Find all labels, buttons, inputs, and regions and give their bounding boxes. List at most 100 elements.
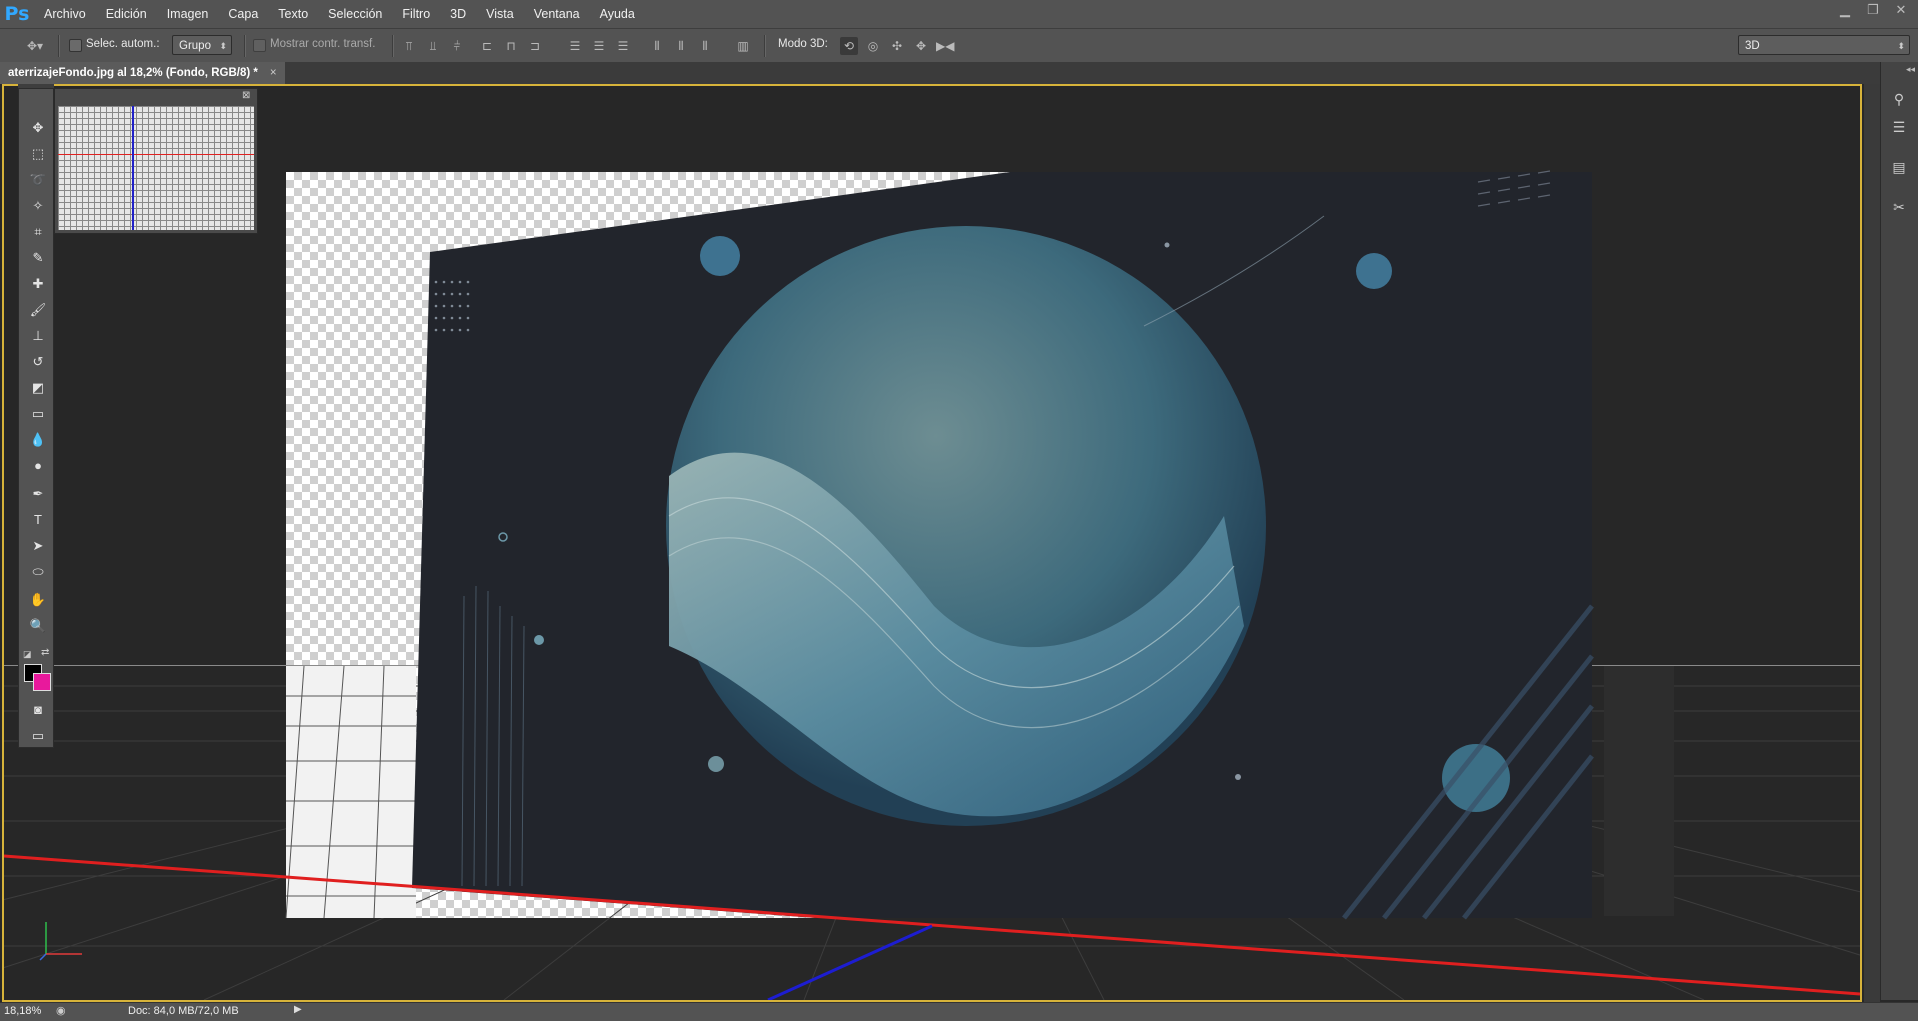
quick-mask-icon[interactable]: ◙ — [27, 699, 49, 721]
small-dot — [1235, 774, 1241, 780]
auto-align-icon[interactable]: ▥ — [734, 37, 752, 55]
type-tool-icon[interactable]: T — [27, 509, 49, 531]
screen-mode-icon[interactable]: ▭ — [27, 725, 49, 747]
menu-imagen[interactable]: Imagen — [157, 0, 219, 28]
eraser-tool-icon[interactable]: ◩ — [27, 377, 49, 399]
slide-3d-icon[interactable]: ✥ — [912, 37, 930, 55]
align-right-icon[interactable]: ⊐ — [526, 37, 544, 55]
3d-scene — [4, 170, 1860, 1000]
clone-stamp-tool-icon[interactable]: ⊥ — [27, 325, 49, 347]
lasso-tool-icon[interactable]: ➰ — [27, 169, 49, 191]
menu-seleccion[interactable]: Selección — [318, 0, 392, 28]
dodge-tool-icon[interactable]: ● — [27, 455, 49, 477]
close-icon[interactable]: ✕ — [1890, 2, 1912, 18]
hand-tool-icon[interactable]: ✋ — [27, 589, 49, 611]
swap-colors-icon[interactable]: ⇄ — [41, 647, 49, 658]
orbit-3d-icon[interactable]: ⟲ — [840, 37, 858, 55]
align-bottom-icon[interactable]: ⫩ — [448, 37, 466, 55]
distribute-bottom-icon[interactable]: ☰ — [614, 37, 632, 55]
gradient-tool-icon[interactable]: ▭ — [27, 403, 49, 425]
history-brush-tool-icon[interactable]: ↺ — [27, 351, 49, 373]
menu-filtro[interactable]: Filtro — [392, 0, 440, 28]
separator — [764, 35, 766, 57]
align-top-icon[interactable]: ⫪ — [400, 37, 418, 55]
panel-menu-icon[interactable]: ⊠ — [242, 90, 250, 101]
menu-capa[interactable]: Capa — [218, 0, 268, 28]
align-hcenter-icon[interactable]: ⊓ — [502, 37, 520, 55]
healing-brush-tool-icon[interactable]: ✚ — [27, 273, 49, 295]
status-bar: 18,18% ◉ Doc: 84,0 MB/72,0 MB ▶ — [0, 1002, 1918, 1021]
minimize-icon[interactable]: ▁ — [1834, 2, 1856, 18]
zoom-tool-icon[interactable]: 🔍 — [27, 615, 49, 637]
dropdown-arrow-icon: ⬍ — [219, 41, 227, 51]
layers-panel-icon[interactable]: ▤ — [1888, 156, 1910, 178]
auto-select-dropdown[interactable]: Grupo ⬍ — [172, 35, 232, 55]
align-left-icon[interactable]: ⊏ — [478, 37, 496, 55]
canvas-vertical-scroll-area[interactable] — [1864, 84, 1880, 1002]
workspace-value: 3D — [1745, 40, 1760, 52]
move-tool-preset-icon[interactable]: ✥▾ — [22, 37, 48, 55]
distribute-right-icon[interactable]: ⦀ — [696, 37, 714, 55]
eyedropper-tool-icon[interactable]: ✎ — [27, 247, 49, 269]
menu-3d[interactable]: 3D — [440, 0, 476, 28]
document-canvas[interactable] — [2, 84, 1862, 1002]
scale-3d-icon[interactable]: ▶◀ — [936, 37, 954, 55]
distribute-top-icon[interactable]: ☰ — [566, 37, 584, 55]
restore-icon[interactable]: ❐ — [1862, 2, 1884, 18]
plane-shadow — [1604, 666, 1674, 916]
window-controls: ▁ ❐ ✕ — [1834, 0, 1912, 20]
auto-select-checkbox[interactable] — [69, 39, 82, 52]
brush-presets-panel-icon[interactable]: ⚲ — [1888, 88, 1910, 110]
tools-panel-grip[interactable] — [18, 84, 54, 88]
distribute-left-icon[interactable]: ⦀ — [648, 37, 666, 55]
menu-ventana[interactable]: Ventana — [524, 0, 590, 28]
ellipse-tool-icon[interactable]: ⬭ — [27, 561, 49, 583]
menu-vista[interactable]: Vista — [476, 0, 524, 28]
path-selection-tool-icon[interactable]: ➤ — [27, 535, 49, 557]
status-info-icon[interactable]: ◉ — [56, 1004, 66, 1017]
dropdown-arrow-icon: ⬍ — [1897, 41, 1905, 51]
options-bar: ✥▾ Selec. autom.: Grupo ⬍ Mostrar contr. … — [0, 28, 1918, 64]
distribute-vcenter-icon[interactable]: ☰ — [590, 37, 608, 55]
navigator-thumbnail[interactable] — [58, 106, 254, 230]
expand-panels-icon[interactable]: ◂◂ — [1906, 64, 1915, 75]
blur-tool-icon[interactable]: 💧 — [27, 429, 49, 451]
document-tab[interactable]: aterrizajeFondo.jpg al 18,2% (Fondo, RGB… — [0, 62, 285, 84]
align-vcenter-icon[interactable]: ⫫ — [424, 37, 442, 55]
pen-tool-icon[interactable]: ✒ — [27, 483, 49, 505]
small-sphere — [700, 236, 740, 276]
3d-axis-widget[interactable] — [39, 922, 82, 961]
default-colors-icon[interactable]: ◪ — [23, 649, 32, 660]
transform-controls-checkbox[interactable] — [253, 39, 266, 52]
tools-panel: ✥ ⬚ ➰ ✧ ⌗ ✎ ✚ 🖌 ⊥ ↺ ◩ ▭ 💧 ● ✒ T ➤ ⬭ ✋ 🔍 … — [18, 88, 54, 748]
nav-horizontal-guide — [58, 154, 254, 155]
menu-edicion[interactable]: Edición — [96, 0, 157, 28]
document-tab-title: aterrizajeFondo.jpg al 18,2% (Fondo, RGB… — [8, 67, 258, 79]
workspace-dropdown[interactable]: 3D ⬍ — [1738, 35, 1910, 55]
background-color-swatch[interactable] — [33, 673, 51, 691]
menu-bar: Ps Archivo Edición Imagen Capa Texto Sel… — [0, 0, 1918, 28]
document-size: Doc: 84,0 MB/72,0 MB — [128, 1005, 239, 1017]
crop-tool-icon[interactable]: ⌗ — [27, 221, 49, 243]
mode-3d-label: Modo 3D: — [778, 38, 828, 50]
small-dot — [1164, 242, 1170, 248]
tools-preset-panel-icon[interactable]: ✂ — [1888, 196, 1910, 218]
distribute-hcenter-icon[interactable]: ⦀ — [672, 37, 690, 55]
marquee-tool-icon[interactable]: ⬚ — [27, 143, 49, 165]
menu-ayuda[interactable]: Ayuda — [590, 0, 645, 28]
adjustments-panel-icon[interactable]: ☰ — [1888, 116, 1910, 138]
brush-tool-icon[interactable]: 🖌 — [27, 299, 49, 321]
menu-archivo[interactable]: Archivo — [34, 0, 96, 28]
zoom-level[interactable]: 18,18% — [4, 1005, 41, 1017]
menu-texto[interactable]: Texto — [268, 0, 318, 28]
roll-3d-icon[interactable]: ◎ — [864, 37, 882, 55]
close-tab-icon[interactable]: × — [270, 62, 277, 84]
small-sphere — [534, 635, 544, 645]
magic-wand-tool-icon[interactable]: ✧ — [27, 195, 49, 217]
move-tool-icon[interactable]: ✥ — [27, 117, 49, 139]
nav-vertical-guide — [132, 106, 134, 230]
small-sphere — [1356, 253, 1392, 289]
status-menu-arrow-icon[interactable]: ▶ — [294, 1004, 302, 1015]
pan-3d-icon[interactable]: ✣ — [888, 37, 906, 55]
z-axis-line — [767, 924, 933, 1000]
